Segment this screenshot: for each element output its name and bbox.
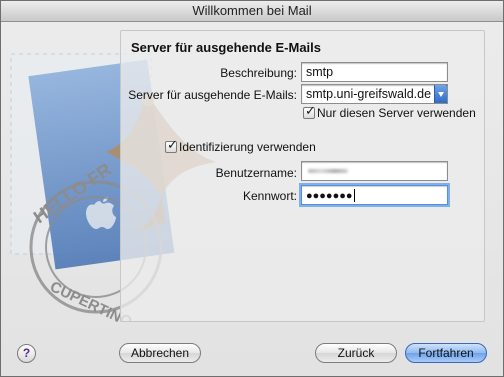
use-authentication-label: Identifizierung verwenden <box>179 140 316 154</box>
description-value: smtp <box>306 65 334 79</box>
back-button[interactable]: Zurück <box>315 343 397 363</box>
help-button[interactable]: ? <box>17 344 36 363</box>
server-dropdown-arrow-icon[interactable] <box>434 85 447 103</box>
cancel-button[interactable]: Abbrechen <box>119 343 201 363</box>
only-this-server-label: Nur diesen Server verwenden <box>317 106 476 120</box>
checkmark-icon: ✓ <box>167 137 178 152</box>
password-label: Kennwort: <box>242 189 297 203</box>
server-label: Server für ausgehende E-Mails: <box>128 88 297 102</box>
username-field[interactable] <box>301 161 448 181</box>
text-caret <box>353 189 355 203</box>
password-field[interactable]: ●●●●●●● <box>301 185 448 205</box>
username-redacted <box>308 169 348 173</box>
description-label: Beschreibung: <box>220 66 297 80</box>
server-value: smtp.uni-greifswald.de <box>306 87 432 101</box>
password-value: ●●●●●●● <box>306 190 353 202</box>
use-authentication-checkbox[interactable]: ✓ <box>165 137 178 153</box>
section-heading: Server für ausgehende E-Mails <box>131 40 322 55</box>
window-title: Willkommen bei Mail <box>1 1 503 22</box>
username-label: Benutzername: <box>215 166 297 180</box>
server-combo-field[interactable]: smtp.uni-greifswald.de <box>301 84 448 104</box>
continue-button[interactable]: Fortfahren <box>405 343 487 363</box>
setup-assistant-window: Willkommen bei Mail HELLO FR CUPERTINO C… <box>0 0 504 377</box>
checkmark-icon: ✓ <box>305 103 316 118</box>
description-field[interactable]: smtp <box>301 62 448 82</box>
only-this-server-checkbox[interactable]: ✓ <box>303 103 316 119</box>
